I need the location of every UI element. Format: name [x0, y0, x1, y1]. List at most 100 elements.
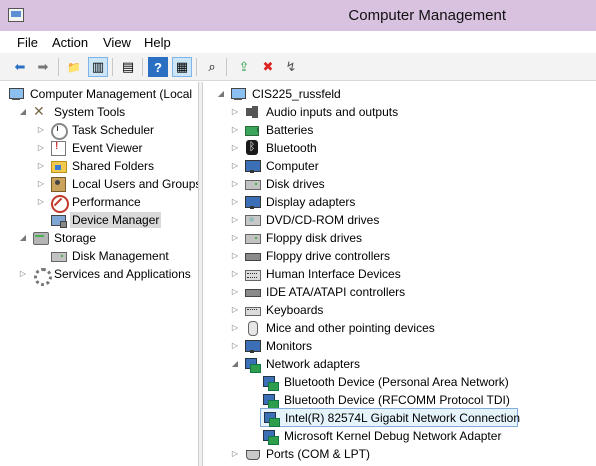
battery-icon [244, 122, 260, 138]
floppy-controller-icon [244, 248, 261, 264]
show-hide-tree-icon[interactable]: ▥ [88, 57, 108, 77]
toolbar: ⬅ ➡ 📁 ▥ ▤ ? ▦ ⌕ ⇪ ✖ ↯ [0, 53, 596, 81]
forward-icon[interactable]: ➡ [33, 57, 53, 77]
device-category-monitors[interactable]: ▷ Monitors [230, 337, 314, 355]
show-hide-action-pane-icon[interactable]: ▦ [172, 57, 192, 77]
menu-view[interactable]: View [103, 35, 131, 50]
device-category-display[interactable]: ▷ Display adapters [230, 193, 357, 211]
uninstall-device-icon[interactable]: ✖ [258, 57, 278, 77]
back-icon[interactable]: ⬅ [10, 57, 30, 77]
device-root[interactable]: ◢ CIS225_russfeld [216, 85, 343, 103]
export-icon[interactable]: ▤ [118, 57, 138, 77]
floppy-disk-icon [244, 230, 261, 246]
device-bt-pan[interactable]: Bluetooth Device (Personal Area Network) [262, 373, 511, 391]
hid-icon [244, 266, 261, 282]
device-category-floppy-disk[interactable]: ▷ Floppy disk drives [230, 229, 364, 247]
menu-action[interactable]: Action [52, 35, 88, 50]
device-category-dvd[interactable]: ▷ DVD/CD-ROM drives [230, 211, 381, 229]
tree-services-apps[interactable]: ▷ Services and Applications [18, 265, 193, 286]
device-ms-kdnet[interactable]: Microsoft Kernel Debug Network Adapter [262, 427, 503, 445]
console-tree[interactable]: Computer Management (Local ◢ System Tool… [0, 82, 199, 466]
mouse-icon [244, 320, 260, 336]
tree-local-users[interactable]: ▷ Local Users and Groups [36, 175, 198, 193]
collapsed-arrow-icon[interactable]: ▷ [230, 449, 240, 459]
computer-icon [8, 86, 24, 102]
pane-splitter[interactable] [199, 82, 203, 466]
disk-drive-icon [244, 176, 261, 192]
device-category-mice[interactable]: ▷ Mice and other pointing devices [230, 319, 437, 337]
device-category-bluetooth[interactable]: ▷ Bluetooth [230, 139, 319, 157]
collapsed-arrow-icon[interactable]: ▷ [36, 125, 46, 135]
tree-system-tools[interactable]: ◢ System Tools [18, 103, 127, 121]
dvd-drive-icon [244, 212, 261, 228]
device-category-ide[interactable]: ▷ IDE ATA/ATAPI controllers [230, 283, 407, 301]
expanded-arrow-icon[interactable]: ◢ [216, 89, 226, 99]
tree-event-viewer[interactable]: ▷ Event Viewer [36, 139, 144, 157]
device-tree[interactable]: ◢ CIS225_russfeld ▷ Audio inputs and out… [204, 82, 596, 466]
collapsed-arrow-icon[interactable]: ▷ [230, 287, 240, 297]
menu-help[interactable]: Help [144, 35, 171, 50]
bluetooth-icon [244, 140, 260, 156]
collapsed-arrow-icon[interactable]: ▷ [36, 179, 46, 189]
device-category-ports[interactable]: ▷ Ports (COM & LPT) [230, 445, 372, 463]
expanded-arrow-icon[interactable]: ◢ [230, 359, 240, 369]
device-manager-icon [50, 212, 67, 228]
computer-icon [244, 158, 261, 174]
keyboard-icon [244, 302, 261, 318]
device-category-floppy-controller[interactable]: ▷ Floppy drive controllers [230, 247, 392, 265]
port-icon [244, 446, 260, 462]
collapsed-arrow-icon[interactable]: ▷ [36, 143, 46, 153]
title-bar: Computer Management [0, 0, 596, 31]
scan-hardware-icon[interactable]: ⌕ [202, 57, 222, 77]
menu-bar: File Action View Help [0, 31, 596, 53]
tree-device-manager[interactable]: Device Manager [50, 211, 162, 229]
shared-folder-icon [50, 158, 67, 174]
help-icon[interactable]: ? [148, 57, 168, 77]
collapsed-arrow-icon[interactable]: ▷ [230, 341, 240, 351]
monitor-icon [244, 338, 261, 354]
menu-file[interactable]: File [17, 35, 38, 50]
collapsed-arrow-icon[interactable]: ▷ [230, 305, 240, 315]
collapsed-arrow-icon[interactable]: ▷ [230, 161, 240, 171]
collapsed-arrow-icon[interactable]: ▷ [36, 161, 46, 171]
device-bt-rfcomm[interactable]: Bluetooth Device (RFCOMM Protocol TDI) [262, 391, 512, 409]
collapsed-arrow-icon[interactable]: ▷ [230, 323, 240, 333]
collapsed-arrow-icon[interactable]: ▷ [36, 197, 46, 207]
clock-icon [50, 122, 68, 140]
device-category-disk-drives[interactable]: ▷ Disk drives [230, 175, 327, 193]
collapsed-arrow-icon[interactable]: ▷ [230, 251, 240, 261]
collapsed-arrow-icon[interactable]: ▷ [230, 143, 240, 153]
device-intel-nic[interactable]: Intel(R) 82574L Gigabit Network Connecti… [260, 408, 520, 427]
collapsed-arrow-icon[interactable]: ▷ [18, 269, 28, 279]
expanded-arrow-icon[interactable]: ◢ [18, 107, 28, 117]
tree-task-scheduler[interactable]: ▷ Task Scheduler [36, 121, 156, 140]
device-category-computer[interactable]: ▷ Computer [230, 157, 321, 175]
collapsed-arrow-icon[interactable]: ▷ [230, 197, 240, 207]
event-viewer-icon [50, 140, 66, 156]
collapsed-arrow-icon[interactable]: ▷ [230, 215, 240, 225]
speaker-icon [244, 104, 260, 120]
computer-icon [230, 86, 246, 102]
network-adapter-icon [263, 410, 280, 427]
network-adapter-icon [262, 392, 279, 409]
collapsed-arrow-icon[interactable]: ▷ [230, 179, 240, 189]
expanded-arrow-icon[interactable]: ◢ [18, 233, 28, 243]
display-adapter-icon [244, 194, 261, 210]
device-category-hid[interactable]: ▷ Human Interface Devices [230, 265, 403, 283]
update-driver-icon[interactable]: ⇪ [234, 57, 254, 77]
tree-root[interactable]: Computer Management (Local [8, 85, 194, 103]
tree-shared-folders[interactable]: ▷ Shared Folders [36, 157, 156, 175]
collapsed-arrow-icon[interactable]: ▷ [230, 125, 240, 135]
tree-storage[interactable]: ◢ Storage [18, 229, 98, 247]
collapsed-arrow-icon[interactable]: ▷ [230, 233, 240, 243]
tree-performance[interactable]: ▷ Performance [36, 193, 143, 213]
device-category-keyboards[interactable]: ▷ Keyboards [230, 301, 325, 319]
device-category-audio[interactable]: ▷ Audio inputs and outputs [230, 103, 400, 121]
collapsed-arrow-icon[interactable]: ▷ [230, 107, 240, 117]
collapsed-arrow-icon[interactable]: ▷ [230, 269, 240, 279]
tree-disk-management[interactable]: Disk Management [50, 247, 171, 265]
device-category-network[interactable]: ◢ Network adapters [230, 355, 362, 373]
up-folder-icon[interactable]: 📁 [64, 57, 84, 77]
disable-device-icon[interactable]: ↯ [281, 57, 301, 77]
device-category-batteries[interactable]: ▷ Batteries [230, 121, 315, 139]
